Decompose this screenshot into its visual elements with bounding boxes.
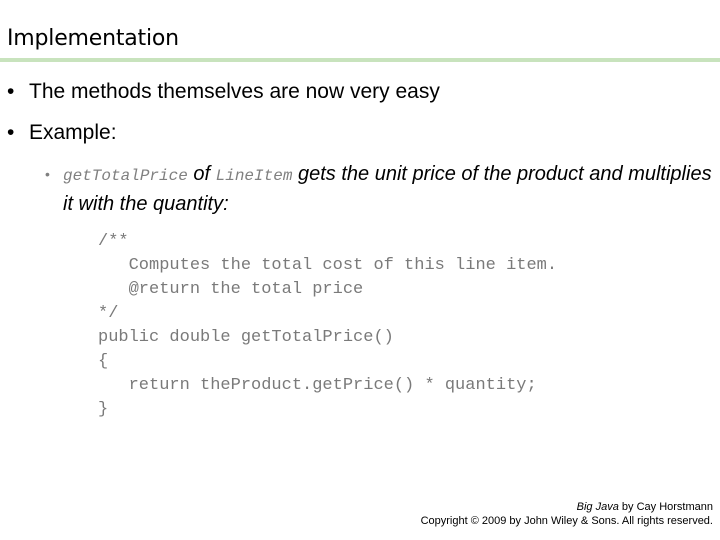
of-word: of (187, 163, 216, 185)
footer: Big Java by Cay Horstmann Copyright © 20… (421, 500, 713, 528)
sub-bullet-item: • getTotalPrice of LineItem gets the uni… (45, 160, 715, 218)
code-line: /** (98, 232, 129, 251)
author-text: by Cay Horstmann (618, 501, 713, 513)
code-line: */ (98, 304, 119, 323)
code-block: /** Computes the total cost of this line… (98, 230, 557, 422)
method-name-code: getTotalPrice (63, 167, 188, 185)
code-line: { (98, 352, 109, 371)
bullet-item: • The methods themselves are now very eas… (7, 79, 440, 105)
code-line: @return the total price (98, 280, 364, 299)
code-line: return theProduct.getPrice() * quantity; (98, 376, 537, 395)
bullet-marker: • (7, 121, 15, 144)
bullet-item: • Example: (7, 120, 117, 146)
sub-bullet-text: getTotalPrice of LineItem gets the unit … (45, 160, 715, 218)
copyright-text: Copyright © 2009 by John Wiley & Sons. A… (420, 515, 713, 527)
code-line: Computes the total cost of this line ite… (98, 256, 558, 275)
book-title: Big Java (576, 501, 619, 513)
code-line: } (98, 400, 109, 419)
bullet-text: The methods themselves are now very easy (29, 80, 440, 103)
code-line: public double getTotalPrice() (98, 328, 394, 347)
footer-book-line: Big Java by Cay Horstmann (421, 500, 713, 514)
bullet-text: Example: (29, 121, 117, 144)
bullet-marker: • (7, 80, 15, 103)
slide-title: Implementation (7, 26, 179, 51)
title-underline (0, 58, 720, 62)
sub-bullet-marker: • (45, 166, 50, 182)
class-name-code: LineItem (215, 167, 293, 185)
